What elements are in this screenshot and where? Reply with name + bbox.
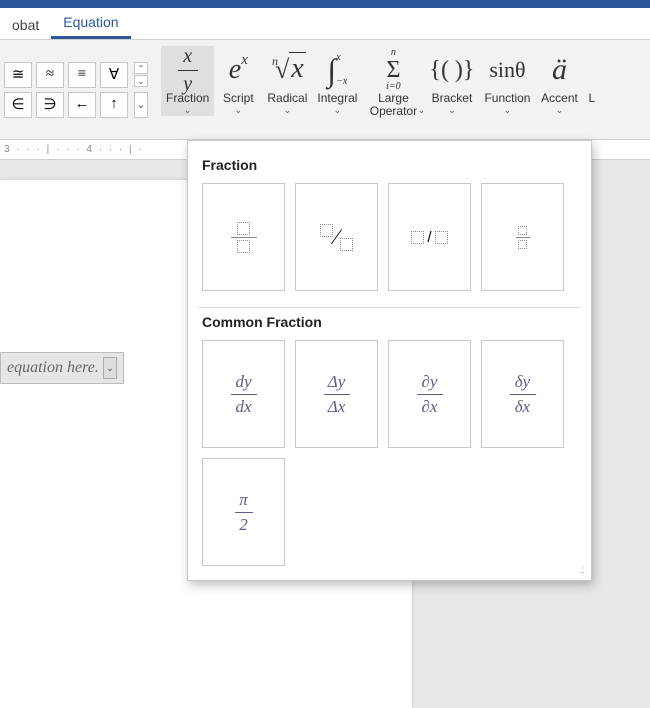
structures-group: xy Fraction ⌄ ex Script ⌄ n√x Radical ⌄ … — [161, 40, 595, 139]
common-fraction-deltay-deltax[interactable]: ΔyΔx — [295, 340, 378, 448]
large-operator-icon: nΣi=0 — [386, 48, 401, 92]
fraction-linear[interactable]: / — [388, 183, 471, 291]
symbol-left-arrow[interactable]: ← — [68, 92, 96, 118]
tab-equation[interactable]: Equation — [51, 8, 130, 39]
gallery-section-fraction: Fraction — [202, 157, 577, 173]
function-button[interactable]: sinθ Function ⌄ — [479, 46, 535, 116]
bracket-icon: {( )} — [429, 48, 474, 92]
symbol-identical[interactable]: ≡ — [68, 62, 96, 88]
symbol-forall[interactable]: ∀ — [100, 62, 128, 88]
radical-button[interactable]: n√x Radical ⌄ — [262, 46, 312, 116]
symbols-gallery: ≅ ≈ ≡ ∀ ⌃ ⌄ ∈ ∋ ← ↑ ⌄ — [0, 40, 152, 139]
chevron-down-icon: ⌄ — [334, 105, 342, 116]
gallery-section-common-fraction: Common Fraction — [202, 314, 577, 330]
script-button[interactable]: ex Script ⌄ — [214, 46, 262, 116]
script-icon: ex — [229, 48, 248, 92]
bracket-label: Bracket — [432, 92, 473, 105]
integral-label: Integral — [317, 92, 357, 105]
resize-grip-icon[interactable]: .: — [579, 565, 585, 576]
radical-label: Radical — [267, 92, 307, 105]
symbols-more-button[interactable]: ⌄ — [134, 92, 148, 118]
function-label: Function — [484, 92, 530, 105]
symbol-contains[interactable]: ∋ — [36, 92, 64, 118]
symbols-scroll-up[interactable]: ⌃ — [134, 62, 148, 74]
script-label: Script — [223, 92, 254, 105]
common-fraction-ddy-ddx[interactable]: δyδx — [481, 340, 564, 448]
window-titlebar — [0, 0, 650, 8]
fraction-small[interactable] — [481, 183, 564, 291]
ribbon-tabstrip: obat Equation — [0, 8, 650, 40]
accent-icon: ä — [552, 48, 567, 92]
symbols-scroll-down[interactable]: ⌄ — [134, 75, 148, 87]
equation-content-control[interactable]: equation here. ⌄ — [0, 352, 124, 384]
equation-options-dropdown[interactable]: ⌄ — [103, 357, 117, 379]
common-fraction-dy-dx[interactable]: dydx — [202, 340, 285, 448]
symbol-element-of[interactable]: ∈ — [4, 92, 32, 118]
symbol-approx[interactable]: ≈ — [36, 62, 64, 88]
chevron-down-icon: ⌄ — [235, 105, 243, 116]
tab-acrobat[interactable]: obat — [0, 11, 51, 39]
fraction-label: Fraction — [166, 92, 209, 105]
limit-label: L — [588, 92, 595, 105]
fraction-icon: xy — [178, 48, 198, 92]
accent-label: Accent — [541, 92, 578, 105]
gallery-divider — [198, 307, 581, 308]
equation-placeholder-text: equation here. — [7, 359, 99, 377]
chevron-down-icon: ⌄ — [184, 105, 192, 116]
common-fraction-partialy-partialx[interactable]: ∂y∂x — [388, 340, 471, 448]
fraction-button[interactable]: xy Fraction ⌄ — [161, 46, 214, 116]
function-icon: sinθ — [489, 48, 525, 92]
symbol-congruent[interactable]: ≅ — [4, 62, 32, 88]
fraction-stacked[interactable] — [202, 183, 285, 291]
chevron-down-icon: ⌄ — [284, 105, 292, 116]
chevron-down-icon: ⌄ — [556, 105, 564, 116]
limit-button-partial[interactable]: L — [583, 46, 595, 105]
accent-button[interactable]: ä Accent ⌄ — [535, 46, 583, 116]
integral-button[interactable]: ∫x−x Integral ⌄ — [312, 46, 362, 116]
bracket-button[interactable]: {( )} Bracket ⌄ — [424, 46, 479, 116]
fraction-skewed[interactable]: ⁄ — [295, 183, 378, 291]
chevron-down-icon: ⌄ — [418, 105, 426, 116]
common-fraction-pi-2[interactable]: π2 — [202, 458, 285, 566]
fraction-gallery-popup: Fraction ⁄ / Common Fraction dydx ΔyΔx ∂… — [187, 140, 592, 581]
radical-icon: n√x — [269, 48, 306, 92]
integral-icon: ∫x−x — [327, 48, 347, 92]
chevron-down-icon: ⌄ — [504, 105, 512, 116]
large-operator-label: Large Operator — [370, 92, 417, 118]
large-operator-button[interactable]: nΣi=0 Large Operator ⌄ — [362, 46, 424, 129]
symbol-up-arrow[interactable]: ↑ — [100, 92, 128, 118]
ribbon: ≅ ≈ ≡ ∀ ⌃ ⌄ ∈ ∋ ← ↑ ⌄ xy Fraction ⌄ — [0, 40, 650, 140]
chevron-down-icon: ⌄ — [448, 105, 456, 116]
